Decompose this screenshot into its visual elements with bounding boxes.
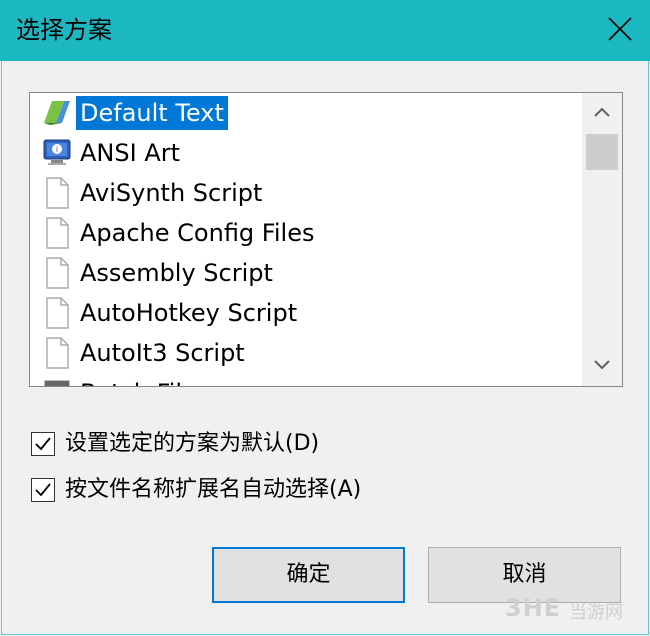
file-icon	[42, 257, 72, 289]
list-item-label: Assembly Script	[80, 259, 273, 287]
list-item[interactable]: AutoIt3 Script	[36, 333, 576, 373]
close-icon	[608, 17, 632, 41]
list-item-label: Apache Config Files	[80, 219, 315, 247]
list-item[interactable]: AviSynth Script	[36, 173, 576, 213]
title-bar[interactable]: 选择方案	[0, 0, 650, 61]
list-item[interactable]: Default Text	[36, 93, 576, 133]
file-icon	[42, 217, 72, 249]
list-item-label: ANSI Art	[80, 139, 181, 167]
watermark-logo: 3HE	[505, 594, 562, 622]
list-item-label: AviSynth Script	[80, 179, 263, 207]
ok-button[interactable]: 确定	[212, 547, 405, 603]
close-button[interactable]	[586, 0, 650, 61]
scheme-listbox[interactable]: Default Text i ANSI Art AviSynth Script Apac…	[29, 92, 623, 387]
checkmark-icon	[35, 437, 51, 451]
checkmark-icon	[35, 483, 51, 497]
list-item[interactable]: Assembly Script	[36, 253, 576, 293]
batch-file-icon	[42, 377, 72, 386]
default-text-icon	[42, 97, 72, 129]
scroll-thumb[interactable]	[586, 134, 618, 170]
set-default-label: 设置选定的方案为默认(D)	[65, 431, 320, 456]
list-item[interactable]: Batch Files	[36, 373, 576, 386]
vertical-scrollbar[interactable]	[582, 93, 622, 386]
list-item[interactable]: Apache Config Files	[36, 213, 576, 253]
set-default-checkbox[interactable]	[31, 432, 55, 456]
watermark: 3HE 当游网	[505, 592, 645, 632]
list-item-label: AutoHotkey Script	[80, 299, 298, 327]
window-title: 选择方案	[16, 16, 112, 44]
auto-select-checkbox[interactable]	[31, 478, 55, 502]
scheme-list: Default Text i ANSI Art AviSynth Script Apac…	[30, 93, 582, 386]
list-item[interactable]: AutoHotkey Script	[36, 293, 576, 333]
list-item-label: Batch Files	[76, 373, 213, 386]
file-icon	[42, 177, 72, 209]
chevron-down-icon	[594, 360, 610, 370]
ansi-art-icon: i	[42, 137, 72, 169]
list-item-label: Default Text	[76, 96, 228, 130]
watermark-text: 当游网	[569, 602, 623, 623]
file-icon	[42, 297, 72, 329]
scroll-down-button[interactable]	[582, 346, 622, 386]
list-item-label: AutoIt3 Script	[80, 339, 245, 367]
list-item[interactable]: i ANSI Art	[36, 133, 576, 173]
scroll-up-button[interactable]	[582, 93, 622, 133]
auto-select-label: 按文件名称扩展名自动选择(A)	[65, 477, 362, 502]
file-icon	[42, 337, 72, 369]
svg-text:i: i	[56, 145, 58, 154]
chevron-up-icon	[594, 107, 610, 117]
